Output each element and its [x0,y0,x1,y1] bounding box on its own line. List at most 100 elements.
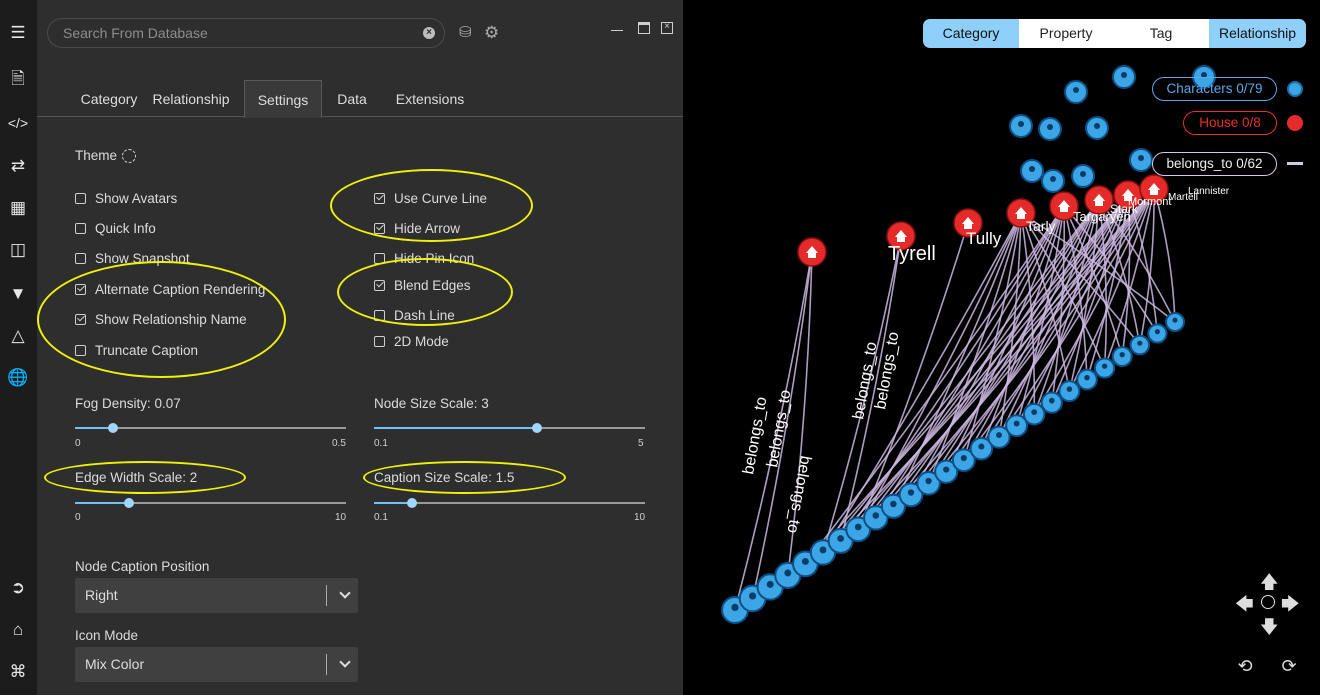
user-icon [1048,397,1055,404]
icon-mode-value: Mix Color [85,656,145,672]
user-icon [1119,352,1125,358]
user-icon [1137,340,1143,346]
edge-width-fill [75,502,130,504]
swap-icon[interactable]: ⇄ [7,155,29,177]
logout-icon[interactable]: ➲ [7,577,29,599]
select-separator [326,654,327,675]
node-size-slider[interactable] [374,423,645,433]
user-icon [996,432,1002,439]
filter-icon[interactable]: ▼ [7,283,29,305]
rotate-right-icon[interactable]: ⟳ [1279,656,1299,676]
user-icon [766,580,774,588]
highlight-ellipse [37,261,286,378]
user-icon [784,569,792,577]
highlight-ellipse [363,461,566,494]
user-icon [1094,123,1100,129]
highlight-ellipse [44,461,246,494]
edge-swatch [1287,162,1303,165]
user-icon [978,443,985,450]
tab-data[interactable]: Data [329,80,375,117]
theme-toggle-icon[interactable] [122,149,136,163]
database-icon[interactable]: ⛁ [459,24,472,42]
user-icon [1121,72,1127,78]
rotate-left-icon[interactable]: ⟲ [1235,656,1255,676]
node-size-fill [374,427,537,429]
user-icon [1080,171,1086,177]
house-icon [1287,115,1303,131]
clear-search-icon[interactable]: × [423,27,435,39]
legend-characters[interactable]: Characters 0/79 [1152,77,1277,101]
arrow-left-icon[interactable]: 🡄 [1235,592,1254,622]
highlight-ellipse [337,258,513,326]
table-icon[interactable]: ▦ [7,197,29,219]
fog-density-slider[interactable] [75,423,346,433]
edge-width-max: 10 [335,512,347,523]
globe-icon[interactable]: 🌐 [7,367,29,389]
user-icon [1084,374,1090,381]
2d-mode-checkbox[interactable] [374,336,385,347]
user-icon [943,466,950,473]
legend-belongs-to[interactable]: belongs_to 0/62 [1152,152,1277,176]
graph-icon[interactable]: △ [7,325,29,347]
caption-size-knob[interactable] [406,498,417,508]
user-icon [819,546,827,554]
segment-property[interactable]: Property [1019,19,1113,48]
user-icon [1018,121,1024,127]
user-icon [1031,409,1038,415]
maximize-icon[interactable] [638,22,650,34]
icon-rail: ☰ 🗎 </> ⇄ ▦ ◫ ▼ △ 🌐 ➲ ⌂ ⌘ [0,0,37,695]
node-size-knob[interactable] [531,423,542,433]
command-icon[interactable]: ⌘ [7,661,29,683]
tab-relationship[interactable]: Relationship [145,80,237,117]
segment-tag[interactable]: Tag [1113,19,1209,48]
user-icon [731,603,739,612]
arrow-down-icon[interactable]: 🡇 [1260,615,1279,645]
house-label: Tully [966,229,1002,248]
tab-settings[interactable]: Settings [244,80,322,118]
center-icon[interactable] [1261,595,1275,609]
user-icon [837,535,844,542]
arrow-right-icon[interactable]: 🡆 [1281,592,1300,622]
edge-width-knob[interactable] [124,498,135,508]
tab-extensions[interactable]: Extensions [391,80,469,117]
graph-canvas[interactable]: belongs_tobelongs_tobelongs_tobelongs_to… [683,0,1320,695]
quick-info-checkbox[interactable] [75,223,86,234]
user-icon [960,454,967,462]
hierarchy-icon[interactable]: ◫ [7,239,29,261]
menu-icon[interactable]: ☰ [7,22,29,44]
chevron-down-icon[interactable] [339,656,351,668]
segment-relationship[interactable]: Relationship [1209,19,1306,48]
caption-size-slider[interactable] [374,498,645,508]
user-icon [1029,166,1035,172]
user-icon [1138,155,1144,161]
show-snapshot-checkbox[interactable] [75,253,86,264]
gear-icon[interactable]: ⚙ [484,24,499,42]
minimize-icon[interactable] [611,22,623,31]
graph-view[interactable]: belongs_to belongs_to belongs_to belongs_to… [683,0,1320,695]
close-panel-icon[interactable]: × [661,22,673,34]
fog-max: 0.5 [332,438,346,449]
user-icon [749,592,757,600]
document-icon[interactable]: 🗎 [7,68,29,90]
segment-category[interactable]: Category [923,19,1019,48]
fog-density-knob[interactable] [107,423,118,433]
show-avatars-checkbox[interactable] [75,193,86,204]
highlight-ellipse [330,169,533,242]
node-caption-position-label: Node Caption Position [75,559,210,574]
legend-house[interactable]: House 0/8 [1183,111,1277,135]
search-input[interactable] [47,18,445,48]
user-icon [1047,124,1053,130]
house-label: Tyrell [888,243,936,265]
theme-label: Theme [75,148,118,163]
user-icon [801,557,809,565]
chevron-down-icon[interactable] [339,587,351,599]
edge-width-slider[interactable] [75,498,346,508]
tab-category[interactable]: Category [59,80,159,117]
fog-min: 0 [75,438,81,449]
node-caption-position-select[interactable]: Right [75,578,358,613]
icon-mode-select[interactable]: Mix Color [75,647,358,682]
home-icon[interactable]: ⌂ [7,619,29,641]
code-icon[interactable]: </> [7,112,29,134]
node-size-min: 0.1 [374,438,388,449]
show-avatars-label: Show Avatars [95,191,178,206]
